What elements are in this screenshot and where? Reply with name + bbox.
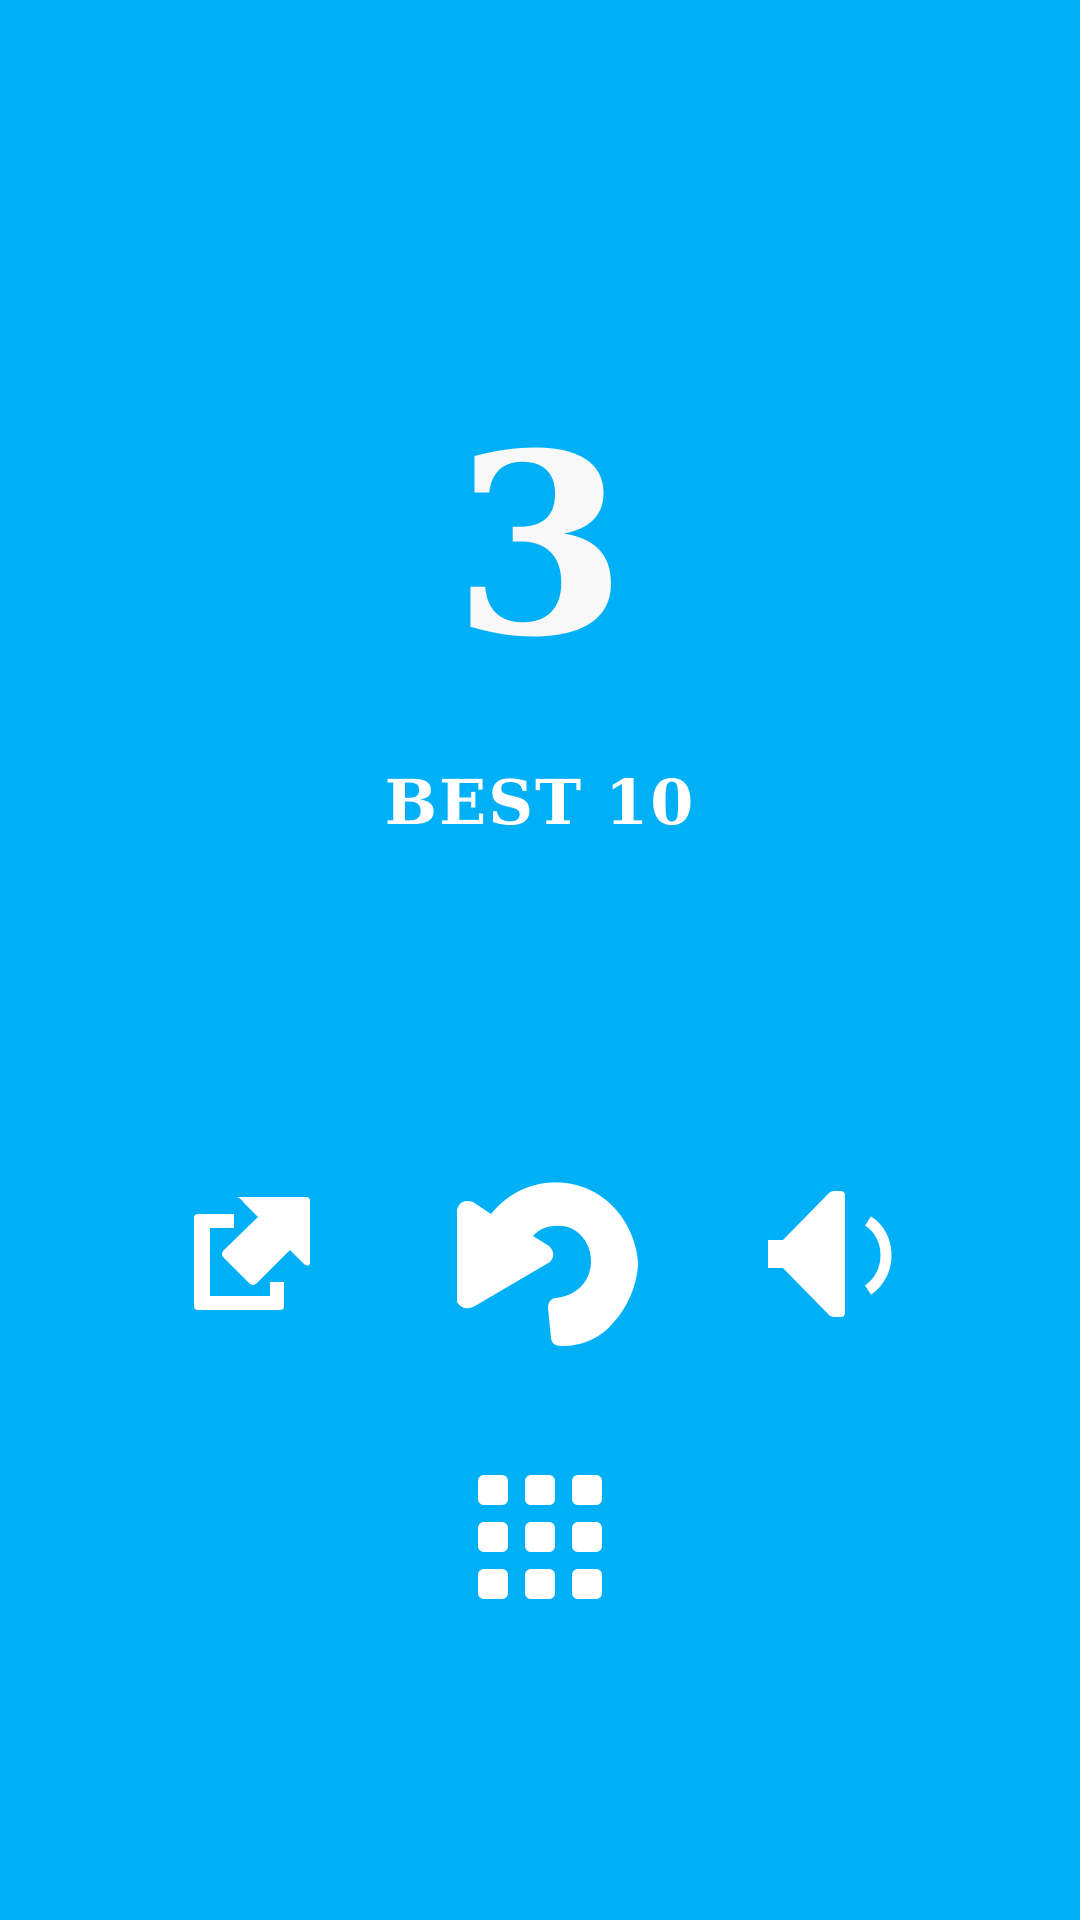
levels-menu-button[interactable] <box>475 1472 605 1602</box>
share-button[interactable] <box>190 1195 315 1315</box>
sound-button[interactable] <box>765 1188 900 1320</box>
current-score: 3 <box>453 398 627 692</box>
speaker-volume-icon <box>768 1191 892 1317</box>
restart-button[interactable] <box>455 1178 640 1348</box>
restart-icon <box>457 1182 638 1346</box>
share-external-icon <box>194 1197 310 1310</box>
best-score-label: BEST <box>384 766 584 839</box>
grid-menu-icon <box>478 1475 602 1599</box>
best-score-value: 10 <box>605 766 696 839</box>
game-over-screen: 3 BEST 10 <box>0 0 1080 1920</box>
best-score: BEST 10 <box>0 772 1080 834</box>
